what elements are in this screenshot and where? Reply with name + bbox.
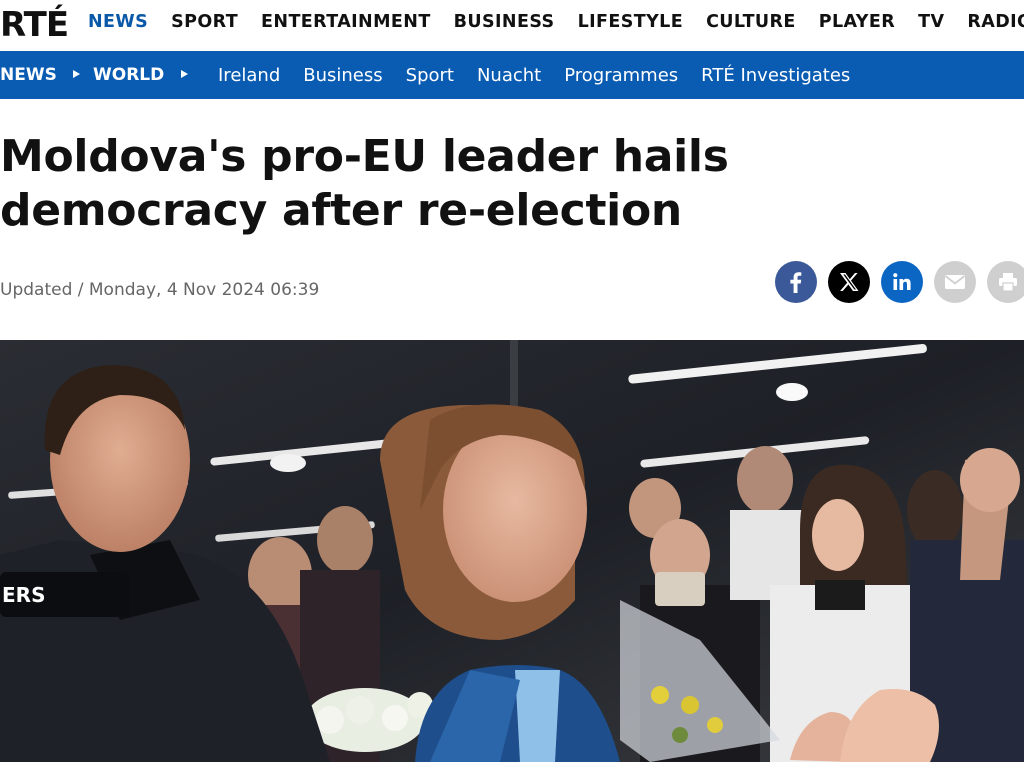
x-icon [840, 273, 859, 291]
section-subnav: NEWS WORLD Ireland Business Sport Nuacht… [0, 51, 1024, 99]
subnav-programmes[interactable]: Programmes [564, 65, 678, 86]
nav-tv[interactable]: TV [918, 12, 944, 32]
subnav-business[interactable]: Business [303, 65, 382, 86]
nav-lifestyle[interactable]: LIFESTYLE [578, 12, 684, 32]
nav-radio[interactable]: RADIO [967, 12, 1024, 32]
linkedin-icon [893, 273, 911, 290]
subnav-nuacht[interactable]: Nuacht [477, 65, 541, 86]
subnav-rte-investigates[interactable]: RTÉ Investigates [701, 65, 850, 86]
article-photo: ERS [0, 340, 1024, 762]
email-icon [944, 275, 966, 289]
nav-player[interactable]: PLAYER [819, 12, 895, 32]
nav-entertainment[interactable]: ENTERTAINMENT [261, 12, 431, 32]
subnav-sport[interactable]: Sport [406, 65, 454, 86]
share-linkedin-button[interactable] [881, 261, 923, 303]
facebook-icon [790, 272, 802, 293]
nav-culture[interactable]: CULTURE [706, 12, 796, 32]
share-email-button[interactable] [934, 261, 976, 303]
top-navigation: RTÉ NEWS SPORT ENTERTAINMENT BUSINESS LI… [0, 0, 1024, 50]
svg-text:ERS: ERS [2, 583, 45, 607]
rte-logo[interactable]: RTÉ [0, 2, 72, 42]
print-icon [999, 273, 1017, 292]
breadcrumb-news[interactable]: NEWS [0, 65, 57, 85]
share-print-button[interactable] [987, 261, 1024, 303]
subnav-links: Ireland Business Sport Nuacht Programmes… [218, 65, 873, 86]
article-headline: Moldova's pro-EU leader hails democracy … [0, 131, 729, 236]
breadcrumb-world[interactable]: WORLD [93, 65, 164, 85]
subnav-ireland[interactable]: Ireland [218, 65, 280, 86]
celebration-photo: ERS [0, 340, 1024, 762]
main-nav-list: NEWS SPORT ENTERTAINMENT BUSINESS LIFEST… [88, 12, 1024, 32]
nav-news[interactable]: NEWS [88, 12, 148, 32]
share-x-button[interactable] [828, 261, 870, 303]
nav-business[interactable]: BUSINESS [454, 12, 555, 32]
breadcrumb-arrow-icon [73, 70, 80, 78]
breadcrumb-arrow-icon [181, 70, 188, 78]
article-dateline: Updated / Monday, 4 Nov 2024 06:39 [0, 280, 320, 300]
nav-sport[interactable]: SPORT [171, 12, 238, 32]
share-facebook-button[interactable] [775, 261, 817, 303]
svg-text:RTÉ: RTÉ [0, 4, 68, 42]
